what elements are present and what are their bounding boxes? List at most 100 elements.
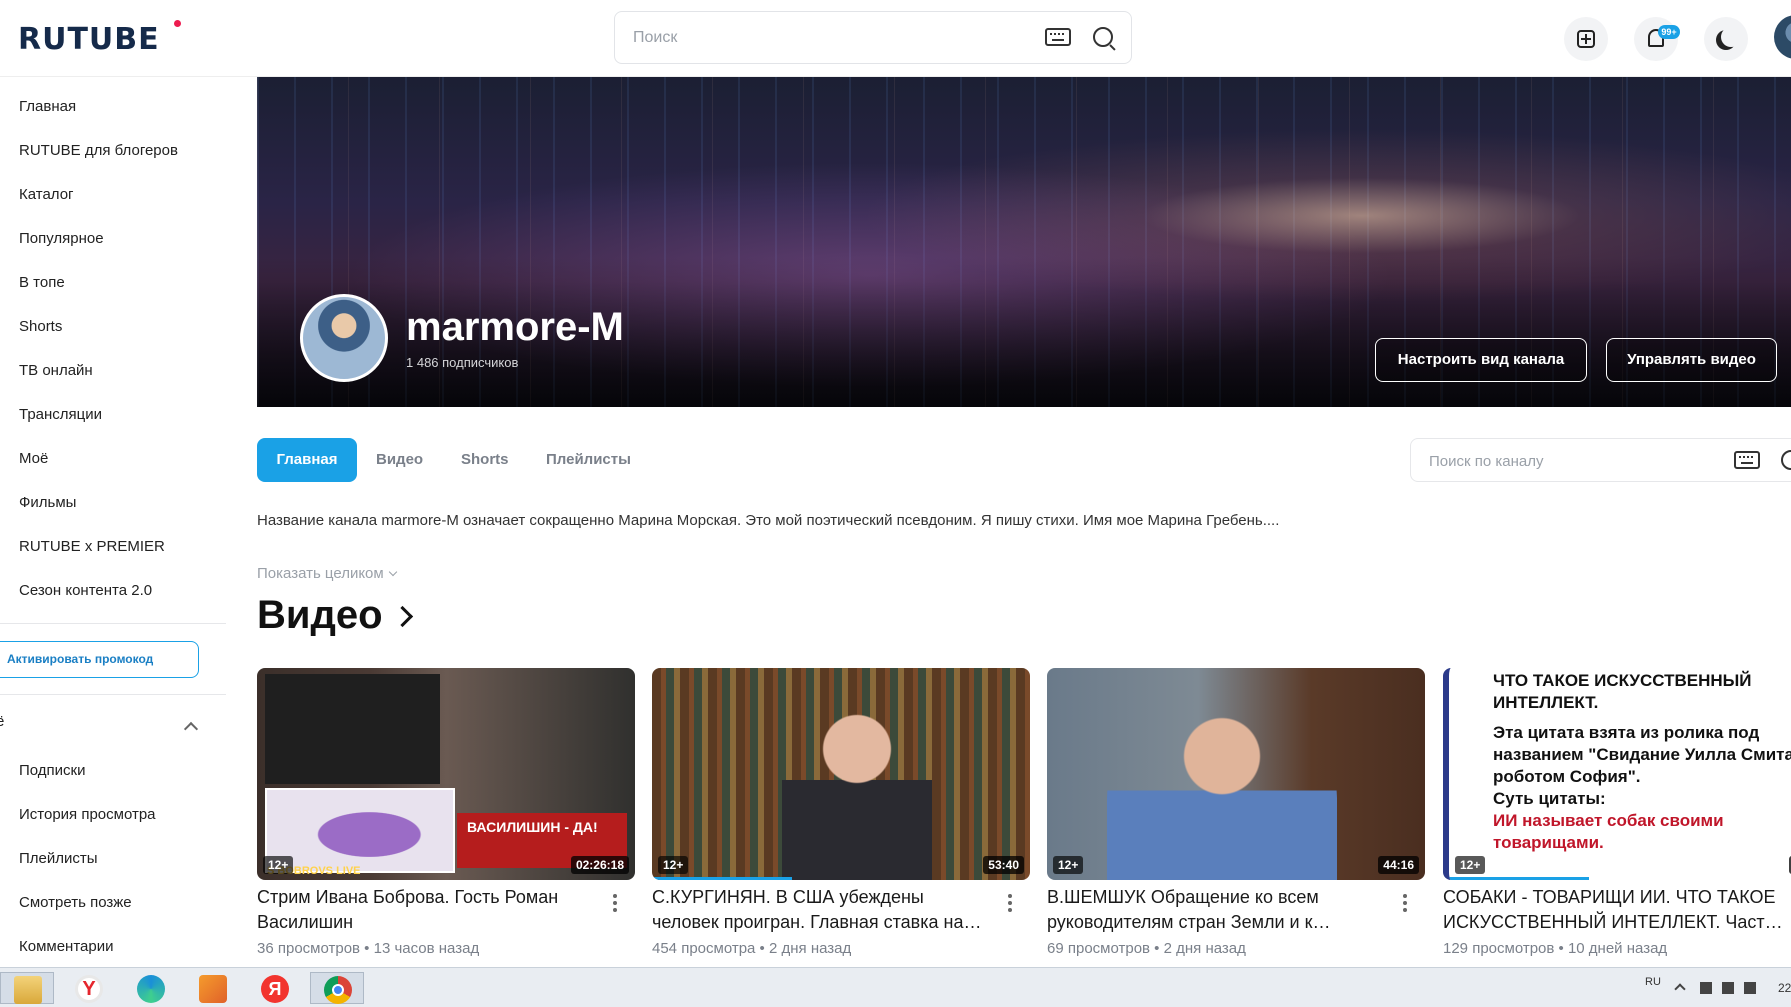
show-more-label: Показать целиком <box>257 565 384 582</box>
thumb-line: Эта цитата взята из ролика под названием… <box>1493 723 1791 786</box>
upload-time: 13 часов назад <box>373 940 480 957</box>
notifications-button[interactable]: 99+ <box>1634 17 1680 61</box>
video-card[interactable]: ЧТО ТАКОЕ ИСКУССТВЕННЫЙ ИНТЕЛЛЕКТ. Эта ц… <box>1443 668 1791 957</box>
watch-progress-bar <box>652 877 792 880</box>
sidebar-item-streams[interactable]: Трансляции <box>19 406 102 423</box>
watch-progress-bar <box>1449 877 1589 880</box>
sidebar-item-mine[interactable]: Моё <box>19 450 48 467</box>
video-meta: 69 просмотров • 2 дня назад <box>1047 940 1246 957</box>
theme-toggle-button[interactable] <box>1704 17 1748 61</box>
language-indicator[interactable]: RU <box>1645 976 1661 988</box>
windows-taskbar: Y Я RU 22 <box>0 967 1791 1007</box>
sidebar-item-home[interactable]: Главная <box>19 98 76 115</box>
taskbar-chrome[interactable] <box>310 972 364 1004</box>
media-player-icon <box>199 975 227 1003</box>
rutube-logo[interactable]: RUTUBE <box>18 22 160 57</box>
folder-icon <box>14 976 42 1004</box>
sidebar-item-history[interactable]: История просмотра <box>19 806 156 823</box>
subscriber-count: 1 486 подписчиков <box>406 355 519 370</box>
tray-chevron-icon[interactable] <box>1674 983 1686 995</box>
video-meta: 36 просмотров • 13 часов назад <box>257 940 480 957</box>
video-title[interactable]: Стрим Ивана Боброва. Гость Роман Василиш… <box>257 885 597 935</box>
duration-badge: 44:16 <box>1378 856 1419 874</box>
chevron-up-icon[interactable] <box>183 721 199 737</box>
video-card[interactable]: ВАСИЛИШИН - ДА! S BOBROVS LIVE 12+ 02:26… <box>257 668 635 957</box>
taskbar-explorer[interactable] <box>0 972 54 1004</box>
videos-section-title[interactable]: Видео <box>257 593 383 638</box>
volume-icon[interactable] <box>1744 982 1756 994</box>
video-title[interactable]: СОБАКИ - ТОВАРИЩИ ИИ. ЧТО ТАКОЕ ИСКУССТВ… <box>1443 885 1783 935</box>
user-avatar[interactable] <box>1774 15 1791 59</box>
video-thumbnail[interactable]: ЧТО ТАКОЕ ИСКУССТВЕННЫЙ ИНТЕЛЛЕКТ. Эта ц… <box>1443 668 1791 880</box>
search-icon[interactable] <box>1093 27 1113 47</box>
video-thumbnail[interactable]: 12+ 44:16 <box>1047 668 1425 880</box>
search-box[interactable] <box>614 11 1132 64</box>
channel-search-box[interactable] <box>1410 438 1791 482</box>
chrome-icon <box>324 976 352 1004</box>
sidebar-item-watch-later[interactable]: Смотреть позже <box>19 894 132 911</box>
customize-channel-button[interactable]: Настроить вид канала <box>1375 338 1587 382</box>
search-input[interactable] <box>633 26 1013 50</box>
taskbar-yandex[interactable]: Я <box>248 972 302 1004</box>
network-icon[interactable] <box>1722 982 1734 994</box>
sidebar-item-movies[interactable]: Фильмы <box>19 494 76 511</box>
yandex-icon: Я <box>261 975 289 1003</box>
duration-badge: 53:40 <box>983 856 1024 874</box>
upload-button[interactable] <box>1564 17 1608 61</box>
sidebar-item-top[interactable]: В топе <box>19 274 65 291</box>
activate-promo-button[interactable]: Активировать промокод <box>0 641 199 678</box>
sidebar-item-shorts[interactable]: Shorts <box>19 318 62 335</box>
show-more-link[interactable]: Показать целиком <box>257 565 397 582</box>
views-count: 36 просмотров <box>257 940 361 957</box>
upload-time: 2 дня назад <box>1163 940 1246 957</box>
thumb-line: Суть цитаты: <box>1493 789 1606 808</box>
sidebar-section-label: ё <box>0 713 5 730</box>
channel-avatar[interactable] <box>300 294 388 382</box>
video-title[interactable]: В.ШЕМШУК Обращение ко всем руководителям… <box>1047 885 1387 935</box>
kebab-icon[interactable] <box>613 894 617 898</box>
taskbar-media-player[interactable] <box>186 972 240 1004</box>
video-card[interactable]: 12+ 44:16 В.ШЕМШУК Обращение ко всем рук… <box>1047 668 1425 957</box>
sidebar-divider <box>0 694 226 695</box>
moon-icon <box>1721 27 1741 47</box>
keyboard-icon[interactable] <box>1734 451 1760 469</box>
taskbar-edge[interactable] <box>124 972 178 1004</box>
sidebar-item-catalog[interactable]: Каталог <box>19 186 74 203</box>
video-meta: 129 просмотров • 10 дней назад <box>1443 940 1668 957</box>
tab-shorts[interactable]: Shorts <box>461 438 509 482</box>
keyboard-icon[interactable] <box>1045 28 1071 46</box>
video-title[interactable]: С.КУРГИНЯН. В США убеждены человек проиг… <box>652 885 992 935</box>
sidebar-item-subscriptions[interactable]: Подписки <box>19 762 86 779</box>
sidebar-item-season[interactable]: Сезон контента 2.0 <box>19 582 152 599</box>
edge-icon <box>137 975 165 1003</box>
chevron-right-icon[interactable] <box>391 605 414 628</box>
channel-search-input[interactable] <box>1429 450 1729 472</box>
thumb-line: ЧТО ТАКОЕ ИСКУССТВЕННЫЙ ИНТЕЛЛЕКТ. <box>1493 671 1752 712</box>
thumbnail-panel <box>265 674 440 784</box>
kebab-icon[interactable] <box>1403 894 1407 898</box>
kebab-icon[interactable] <box>1008 894 1012 898</box>
sidebar-item-playlists[interactable]: Плейлисты <box>19 850 98 867</box>
video-thumbnail[interactable]: 12+ 53:40 <box>652 668 1030 880</box>
yandex-browser-icon: Y <box>75 975 103 1003</box>
upload-time: 10 дней назад <box>1567 940 1668 957</box>
app-window: RUTUBE 99+ Главная RUTUBE для блогеров К… <box>0 0 1791 1007</box>
logo-dot-icon <box>174 20 181 27</box>
sidebar-item-tv[interactable]: ТВ онлайн <box>19 362 93 379</box>
video-thumbnail[interactable]: ВАСИЛИШИН - ДА! S BOBROVS LIVE 12+ 02:26… <box>257 668 635 880</box>
video-card[interactable]: 12+ 53:40 С.КУРГИНЯН. В США убеждены чел… <box>652 668 1030 957</box>
duration-badge: 02:26:18 <box>570 856 629 874</box>
sidebar-item-bloggers[interactable]: RUTUBE для блогеров <box>19 142 178 159</box>
tab-videos[interactable]: Видео <box>376 438 423 482</box>
taskbar-yandex-browser[interactable]: Y <box>62 972 116 1004</box>
flag-icon[interactable] <box>1700 982 1712 994</box>
sidebar-item-popular[interactable]: Популярное <box>19 230 104 247</box>
taskbar-clock[interactable]: 22 <box>1778 981 1791 995</box>
tab-home[interactable]: Главная <box>257 438 357 482</box>
manage-videos-button[interactable]: Управлять видео <box>1606 338 1777 382</box>
tab-playlists[interactable]: Плейлисты <box>546 438 631 482</box>
sidebar-item-premier[interactable]: RUTUBE x PREMIER <box>19 538 165 555</box>
search-icon[interactable] <box>1781 450 1791 470</box>
sidebar-item-comments[interactable]: Комментарии <box>19 938 113 955</box>
age-rating-badge: 12+ <box>1053 856 1084 874</box>
